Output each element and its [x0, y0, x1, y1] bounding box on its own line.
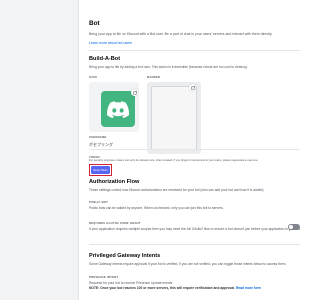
learn-more-link[interactable]: Learn more about bot users — [89, 41, 132, 45]
section-divider — [89, 50, 300, 51]
authorization-flow-heading: Authorization Flow — [89, 179, 140, 185]
icon-upload[interactable] — [89, 82, 139, 132]
presence-intent-description: Required for your bot to receive Presenc… — [89, 281, 174, 285]
username-label: USERNAME — [89, 135, 107, 139]
presence-intent-label: PRESENCE INTENT — [89, 275, 119, 279]
build-a-bot-description: Bring your app to life by adding a bot u… — [89, 65, 249, 69]
edit-icon-button[interactable] — [131, 89, 138, 96]
read-more-link[interactable]: Read more here — [236, 286, 261, 290]
sidebar — [0, 0, 78, 300]
public-bot-description: Public bots can be added by anyone. When… — [89, 206, 224, 210]
build-a-bot-heading: Build-A-Bot — [89, 56, 121, 62]
page-title: Bot — [89, 20, 100, 27]
toggle-knob — [289, 225, 293, 229]
bot-avatar[interactable] — [101, 91, 135, 127]
sidebar-divider — [78, 0, 79, 300]
section-divider — [89, 244, 300, 245]
edit-image-icon — [132, 90, 137, 94]
discord-logo-icon — [107, 100, 129, 118]
username-input[interactable] — [89, 140, 299, 150]
public-bot-label: PUBLIC BOT — [89, 200, 109, 204]
privileged-intents-description: Some Gateway Intents require approval if… — [89, 262, 287, 266]
banner-label: BANNER — [147, 75, 161, 79]
requires-grant-description: If your application requires multiple sc… — [89, 227, 301, 231]
edit-image-icon — [190, 85, 195, 89]
requires-grant-label: REQUIRES OAUTH2 CODE GRANT — [89, 221, 141, 225]
presence-note-text: NOTE: Once your bot reaches 100 or more … — [89, 286, 236, 290]
token-note: For security purposes, tokens can only b… — [89, 159, 259, 162]
edit-banner-button[interactable] — [189, 84, 196, 91]
icon-label: ICON — [89, 75, 97, 79]
privileged-intents-heading: Privileged Gateway Intents — [89, 253, 161, 259]
page-description: Bring your app to life on Discord with a… — [89, 32, 273, 36]
authorization-flow-description: These settings control how Discord autho… — [89, 188, 265, 192]
reset-token-button[interactable]: Reset Token — [91, 166, 110, 174]
bot-settings-panel: Bot Bring your app to life on Discord wi… — [89, 0, 301, 300]
requires-grant-toggle[interactable] — [288, 224, 300, 230]
presence-intent-note: NOTE: Once your bot reaches 100 or more … — [89, 286, 301, 290]
